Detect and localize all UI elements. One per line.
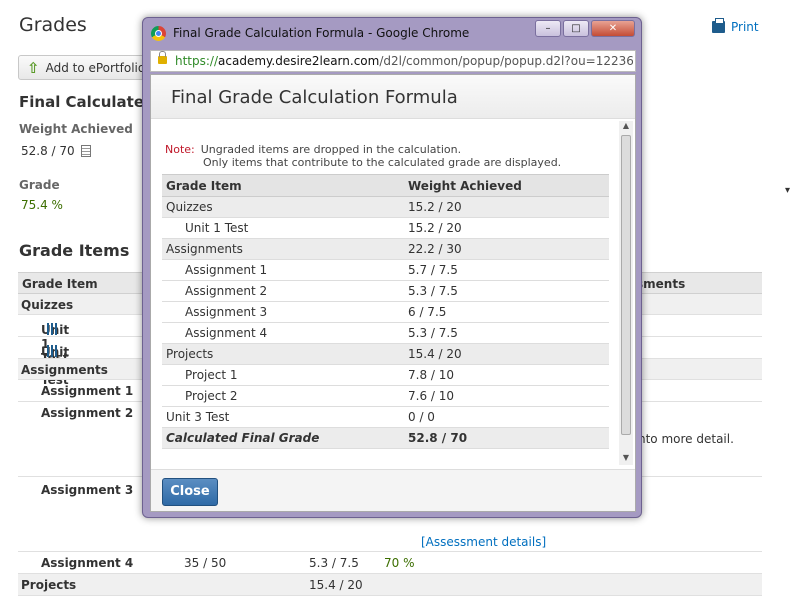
grade-value: 75.4 % [21, 198, 63, 212]
window-close-button[interactable]: ✕ [591, 20, 635, 37]
popup-footer: Close [151, 469, 635, 511]
calculation-note: Note: Ungraded items are dropped in the c… [165, 143, 561, 169]
final-grade-row: Calculated Final Grade 52.8 / 70 [162, 427, 609, 449]
table-row: Quizzes 15.2 / 20 [162, 196, 609, 218]
comment-text: nto more detail. [638, 432, 734, 446]
table-row: Assignments 22.2 / 30 [162, 238, 609, 260]
statistics-icon[interactable] [47, 323, 57, 335]
table-row: Assignment 36 / 7.5 [162, 301, 609, 323]
popup-scroll-area: Note: Ungraded items are dropped in the c… [151, 119, 635, 469]
chrome-icon [151, 26, 166, 41]
table-row: Project 1 7.8 / 10 [162, 364, 609, 386]
address-bar[interactable]: https://academy.desire2learn.com/d2l/com… [150, 50, 636, 72]
scroll-down-icon[interactable]: ▼ [619, 453, 633, 465]
final-calculated-heading: Final Calculated [19, 93, 155, 111]
assessment-details-link[interactable]: [Assessment details] [421, 535, 546, 549]
minimize-button[interactable]: – [535, 20, 561, 37]
scroll-up-icon[interactable]: ▲ [619, 121, 633, 133]
scrollbar-thumb[interactable] [621, 135, 631, 435]
window-controls: – □ ✕ [535, 20, 635, 37]
eportfolio-label: Add to ePortfolio [45, 60, 146, 75]
lock-icon [158, 51, 167, 64]
table-row: Assignment 4 5.3 / 7.5 [162, 322, 609, 344]
calculation-table: Grade Item Weight Achieved Quizzes 15.2 /… [162, 174, 609, 449]
popup-title: Final Grade Calculation Formula [171, 87, 458, 108]
print-label: Print [731, 20, 759, 34]
window-title: Final Grade Calculation Formula - Google… [173, 26, 470, 40]
weight-achieved-value: 52.8 / 70 [21, 144, 91, 158]
weight-achieved-label: Weight Achieved [19, 122, 133, 136]
popup-header: Final Grade Calculation Formula [151, 75, 635, 119]
maximize-button[interactable]: □ [563, 20, 589, 37]
note-label: Note: [165, 143, 195, 156]
note-line-2: Only items that contribute to the calcul… [203, 156, 562, 169]
header-comments: sments [636, 277, 686, 291]
table-row: Unit 3 Test 0 / 0 [162, 406, 609, 428]
grade-label: Grade [19, 178, 60, 192]
close-button[interactable]: Close [162, 478, 218, 506]
table-row: Projects 15.4 / 20 [162, 343, 609, 365]
vertical-scrollbar[interactable]: ▲ ▼ [619, 121, 633, 465]
table-row: Project 2 7.6 / 10 [162, 385, 609, 407]
print-link[interactable]: Print [712, 18, 759, 34]
popup-window: Final Grade Calculation Formula - Google… [142, 17, 642, 518]
note-line-1: Ungraded items are dropped in the calcul… [200, 143, 462, 156]
grade-items-heading: Grade Items [19, 241, 130, 260]
table-row: Unit 1 Test 15.2 / 20 [162, 217, 609, 239]
col-grade-item: Grade Item [162, 174, 404, 197]
col-weight-achieved: Weight Achieved [404, 174, 609, 197]
page-title: Grades [19, 14, 87, 36]
list-item: Assignment 4 35 / 50 5.3 / 7.5 70 % [18, 552, 762, 574]
header-grade-item: Grade Item [22, 277, 98, 291]
table-row: Assignment 1 5.7 / 7.5 [162, 259, 609, 281]
calculator-icon[interactable] [80, 145, 91, 157]
printer-icon [712, 18, 725, 33]
popup-content: Final Grade Calculation Formula Note: Ung… [150, 74, 636, 512]
url-text: https://academy.desire2learn.com/d2l/com… [175, 54, 633, 68]
statistics-icon[interactable] [47, 345, 57, 357]
table-row: Assignment 2 5.3 / 7.5 [162, 280, 609, 302]
add-to-eportfolio-button[interactable]: ⇧ Add to ePortfolio [18, 55, 148, 80]
window-titlebar[interactable]: Final Grade Calculation Formula - Google… [143, 18, 641, 48]
scroll-arrow-icon[interactable]: ▾ [785, 185, 790, 196]
list-item: Projects 15.4 / 20 [18, 574, 762, 596]
add-arrow-icon: ⇧ [27, 58, 40, 77]
